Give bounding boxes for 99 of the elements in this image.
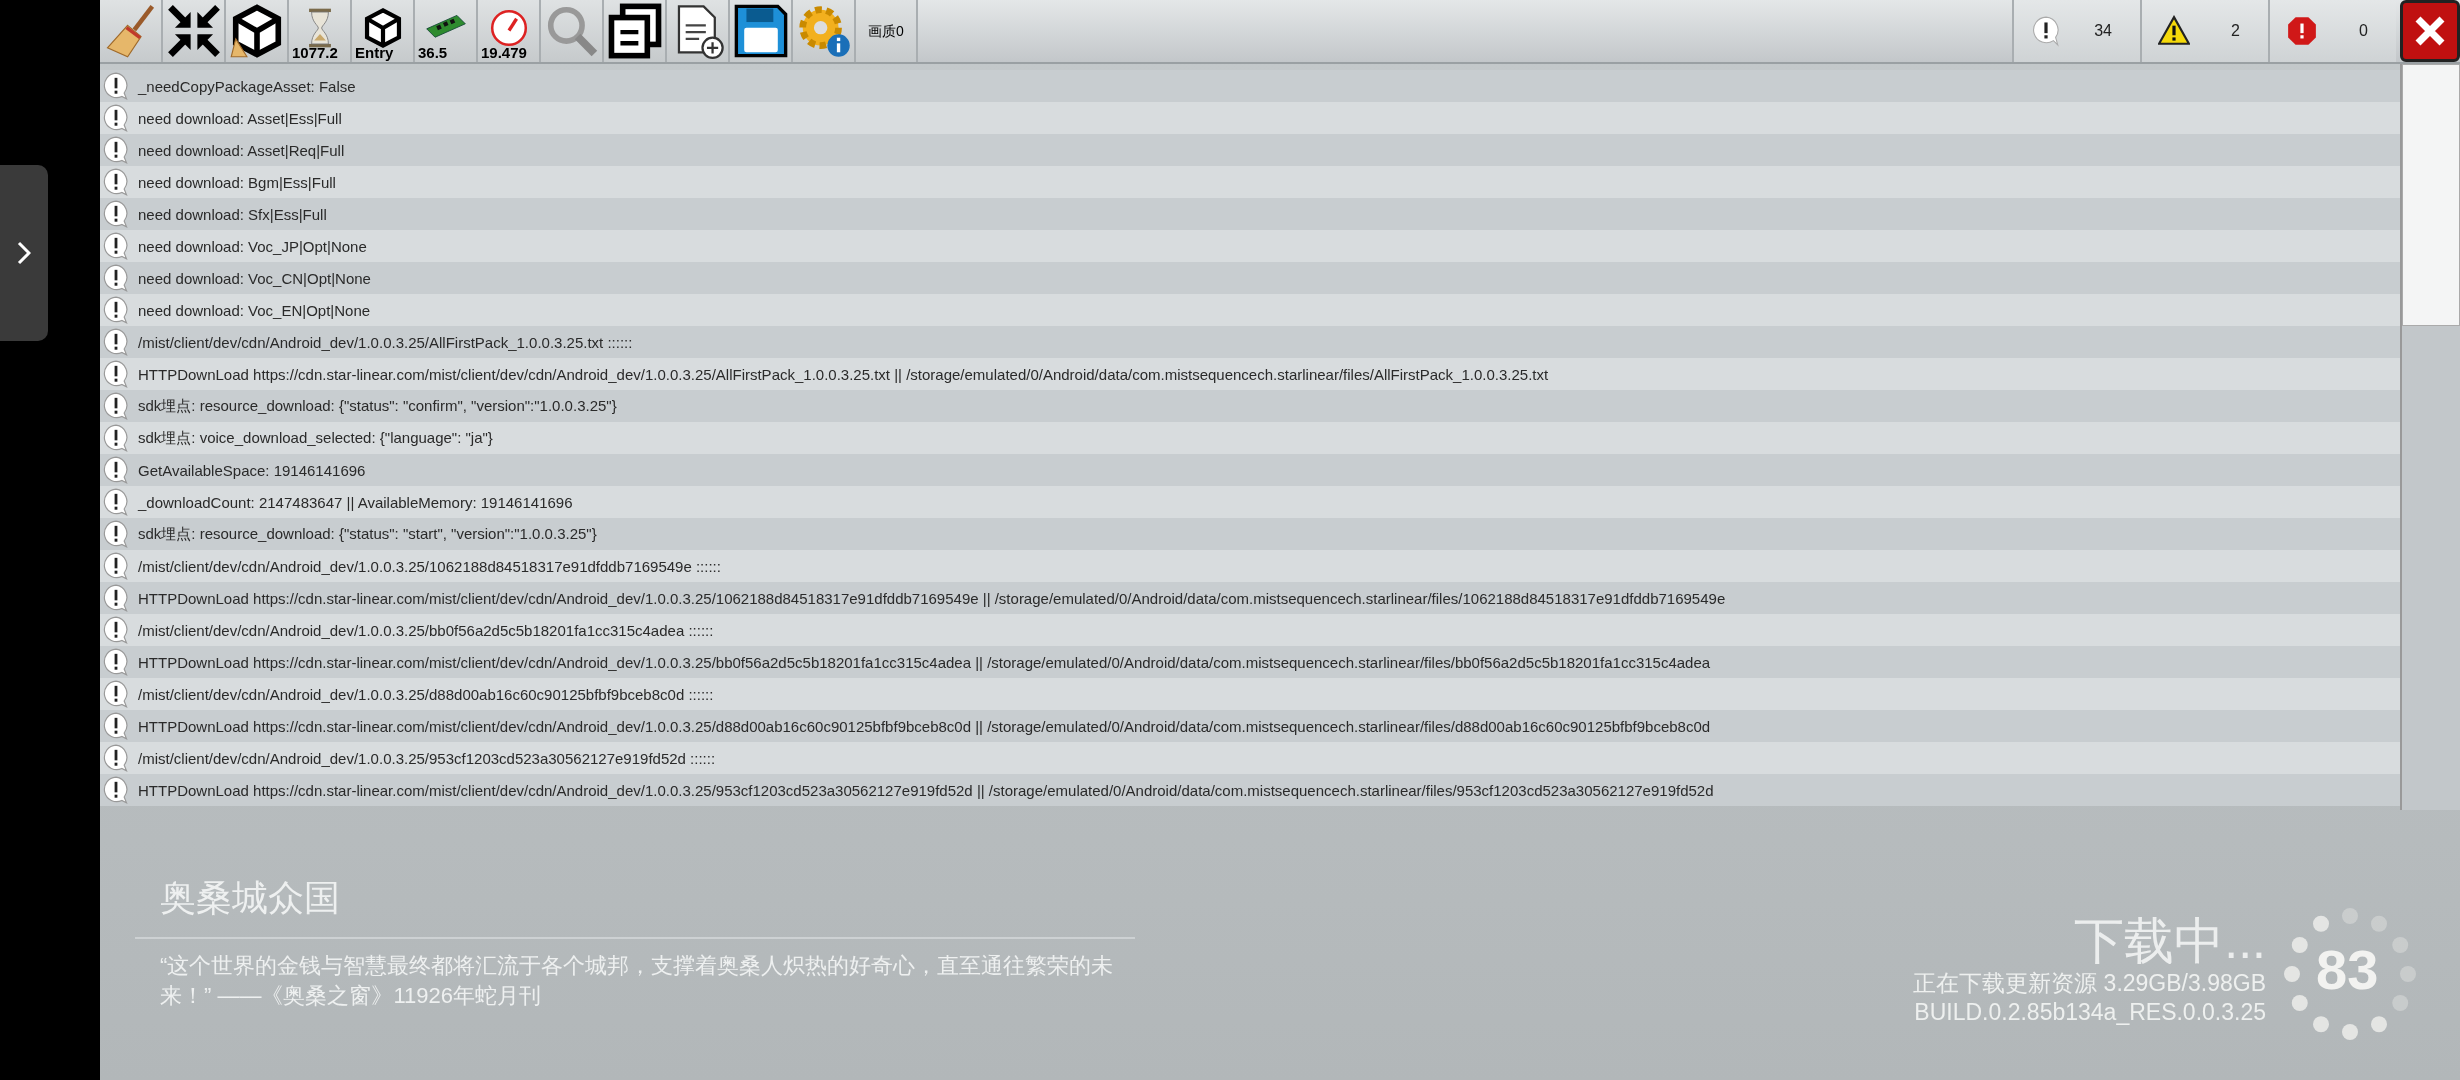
warning-icon (2158, 15, 2190, 47)
progress-percent: 83 (2316, 942, 2379, 998)
tool-button[interactable]: 36.5 (415, 0, 478, 62)
log-message: sdk埋点: voice_download_selected: {"language": "ja"} (138, 428, 493, 448)
scrollbar[interactable] (2400, 64, 2460, 810)
log-row[interactable] (100, 358, 2400, 390)
log-row[interactable]: GetAvailableSpace: 19146141696 (100, 454, 2400, 486)
log-row[interactable]: need download: Sfx|Ess|Full (100, 198, 2400, 230)
info-bubble-icon (102, 488, 130, 516)
log-message: _downloadCount: 2147483647 || AvailableMemory: 19146141696 (138, 493, 573, 511)
log-row[interactable] (100, 774, 2400, 806)
tool-button[interactable] (667, 0, 730, 62)
log-row[interactable]: need download: Bgm|Ess|Full (100, 166, 2400, 198)
warning-count-button[interactable]: 2 (2140, 0, 2268, 62)
info-bubble-icon (102, 648, 130, 676)
log-row[interactable]: sdk埋点: resource_download: {"status": "start", "version":"1.0.0.3.25"} (100, 518, 2400, 550)
log-message: sdk埋点: resource_download: {"status": "confirm", "version":"1.0.0.3.25"} (138, 396, 617, 416)
log-message: _needCopyPackageAsset: False (138, 77, 356, 95)
error-count-button[interactable]: 0 (2268, 0, 2396, 62)
log-message: need download: Voc_EN|Opt|None (138, 301, 371, 319)
close-icon (2413, 14, 2447, 48)
log-row[interactable]: /mist/client/dev/cdn/Android_dev/1.0.0.3.25/953cf1203cd523a30562127e919fd52d :::::: (100, 742, 2400, 774)
info-bubble-icon (102, 104, 130, 132)
log-row[interactable]: /mist/client/dev/cdn/Android_dev/1.0.0.3.25/d88d00ab16c60c90125bfbf9bceb8c0d :::::: (100, 678, 2400, 710)
log-message: /mist/client/dev/cdn/Android_dev/1.0.0.3.25/d88d00ab16c60c90125bfbf9bceb8c0d :::::: (138, 685, 714, 703)
info-bubble-icon (2030, 15, 2062, 47)
download-status: 下载中... (2074, 914, 2266, 969)
log-message: need download: Bgm|Ess|Full (138, 173, 336, 191)
log-message: need download: Asset|Req|Full (138, 141, 345, 159)
tool-button[interactable] (163, 0, 226, 62)
log-row[interactable]: need download: Asset|Ess|Full (100, 102, 2400, 134)
log-message: HTTPDownLoad https://cdn.star-linear.com/mist/client/dev/cdn/Android_dev/1.0.0.3.25/bb0f56a2d5c5b18201fa1cc315c4adea || /storage/emulated/0/Android/data/com.mistsequencech.starlinear/files/bb0f56a2d5c5b18201fa1cc315c4adea (138, 653, 1711, 671)
info-bubble-icon (102, 264, 130, 292)
log-row[interactable]: sdk埋点: resource_download: {"status": "confirm", "version":"1.0.0.3.25"} (100, 390, 2400, 422)
log-message: need download: Voc_JP|Opt|None (138, 237, 367, 255)
quality-button[interactable]: 画质0 (856, 0, 918, 62)
info-bubble-icon (102, 744, 130, 772)
info-count-button[interactable]: 34 (2012, 0, 2140, 62)
save-icon (732, 3, 789, 59)
log-message: HTTPDownLoad https://cdn.star-linear.com/mist/client/dev/cdn/Android_dev/1.0.0.3.25/953cf1203cd523a30562127e919fd52d || /storage/emulated/0/Android/data/com.mistsequencech.starlinear/files/953cf1203cd523a30562127e919fd52d (138, 781, 1714, 799)
log-message: /mist/client/dev/cdn/Android_dev/1.0.0.3.25/953cf1203cd523a30562127e919fd52d :::::: (138, 749, 716, 767)
tool-button[interactable] (604, 0, 667, 62)
info-bubble-icon (102, 296, 130, 324)
info-bubble-icon (102, 456, 130, 484)
tool-button[interactable]: 1077.2 (289, 0, 352, 62)
info-bubble-icon (102, 328, 130, 356)
log-row[interactable]: need download: Voc_JP|Opt|None (100, 230, 2400, 262)
log-row[interactable]: /mist/client/dev/cdn/Android_dev/1.0.0.3.25/AllFirstPack_1.0.0.3.25.txt :::::: (100, 326, 2400, 358)
log-row[interactable] (100, 710, 2400, 742)
tool-button[interactable]: 19.479 (478, 0, 541, 62)
info-bubble-icon (102, 232, 130, 260)
close-button[interactable] (2400, 0, 2460, 62)
log-row[interactable]: _downloadCount: 2147483647 || AvailableMemory: 19146141696 (100, 486, 2400, 518)
log-row[interactable] (100, 582, 2400, 614)
log-message: need download: Sfx|Ess|Full (138, 205, 327, 223)
log-message: need download: Voc_CN|Opt|None (138, 269, 371, 287)
error-stop-icon (2286, 15, 2318, 47)
info-bubble-icon (102, 584, 130, 612)
info-bubble-icon (102, 200, 130, 228)
log-row[interactable]: need download: Voc_CN|Opt|None (100, 262, 2400, 294)
scrollbar-thumb[interactable] (2402, 64, 2460, 326)
info-bubble-icon (102, 616, 130, 644)
chevron-right-icon (17, 241, 31, 265)
log-message: /mist/client/dev/cdn/Android_dev/1.0.0.3.25/1062188d84518317e91dfddb7169549e :::::: (138, 557, 721, 575)
info-bubble-icon (102, 520, 130, 548)
info-bubble-icon (102, 712, 130, 740)
download-progress-text: 正在下载更新资源 3.29GB/3.98GB (1913, 969, 2266, 998)
log-message: GetAvailableSpace: 19146141696 (138, 461, 366, 479)
log-message: HTTPDownLoad https://cdn.star-linear.com/mist/client/dev/cdn/Android_dev/1.0.0.3.25/d88d00ab16c60c90125bfbf9bceb8c0d || /storage/emulated/0/Android/data/com.mistsequencech.starlinear/files/d88d00ab16c60c90125bfbf9bceb8c0d (138, 717, 1711, 735)
build-version: BUILD.0.2.85b134a_RES.0.0.3.25 (1914, 997, 2266, 1027)
info-bubble-icon (102, 552, 130, 580)
log-message: need download: Asset|Ess|Full (138, 109, 342, 127)
tool-button[interactable] (730, 0, 793, 62)
info-bubble-icon (102, 360, 130, 388)
log-row[interactable]: _needCopyPackageAsset: False (100, 70, 2400, 102)
log-message: HTTPDownLoad https://cdn.star-linear.com/mist/client/dev/cdn/Android_dev/1.0.0.3.25/1062188d84518317e91dfddb7169549e || /storage/emulated/0/Android/data/com.mistsequencech.starlinear/files/1062188d84518317e91dfddb7169549e (138, 589, 1726, 607)
log-message: sdk埋点: resource_download: {"status": "start", "version":"1.0.0.3.25"} (138, 524, 597, 544)
log-message: /mist/client/dev/cdn/Android_dev/1.0.0.3.25/bb0f56a2d5c5b18201fa1cc315c4adea :::::: (138, 621, 714, 639)
info-bubble-icon (102, 136, 130, 164)
tool-button[interactable] (226, 0, 289, 62)
info-bubble-icon (102, 392, 130, 420)
info-bubble-icon (102, 424, 130, 452)
region-title: 奥桑城众国 (159, 876, 341, 920)
log-message: HTTPDownLoad https://cdn.star-linear.com/mist/client/dev/cdn/Android_dev/1.0.0.3.25/AllFirstPack_1.0.0.3.25.txt || /storage/emulated/0/Android/data/com.mistsequencech.starlinear/files/AllFirstPack_1.0.0.3.25.txt (138, 365, 1549, 383)
log-row[interactable]: sdk埋点: voice_download_selected: {"language": "ja"} (100, 422, 2400, 454)
info-bubble-icon (102, 680, 130, 708)
tool-button[interactable]: Entry (352, 0, 415, 62)
log-row[interactable]: /mist/client/dev/cdn/Android_dev/1.0.0.3.25/bb0f56a2d5c5b18201fa1cc315c4adea :::::: (100, 614, 2400, 646)
log-row[interactable]: need download: Voc_EN|Opt|None (100, 294, 2400, 326)
info-bubble-icon (102, 776, 130, 804)
log-row[interactable] (100, 646, 2400, 678)
info-bubble-icon (102, 168, 130, 196)
log-message: /mist/client/dev/cdn/Android_dev/1.0.0.3.25/AllFirstPack_1.0.0.3.25.txt :::::: (138, 333, 633, 351)
log-row[interactable]: /mist/client/dev/cdn/Android_dev/1.0.0.3.25/1062188d84518317e91dfddb7169549e :::::: (100, 550, 2400, 582)
copy-icon (606, 3, 663, 59)
collapse-arrows-icon (165, 3, 222, 59)
quote-text: “这个世界的金钱与智慧最终都将汇流于各个城邦，支撑着奥桑人炽热的好奇心，直至通往繁荣的未来！” ——《奥桑之窗》11926年蛇月刊 (159, 952, 1115, 1010)
log-row[interactable]: need download: Asset|Req|Full (100, 134, 2400, 166)
info-bubble-icon (102, 72, 130, 100)
